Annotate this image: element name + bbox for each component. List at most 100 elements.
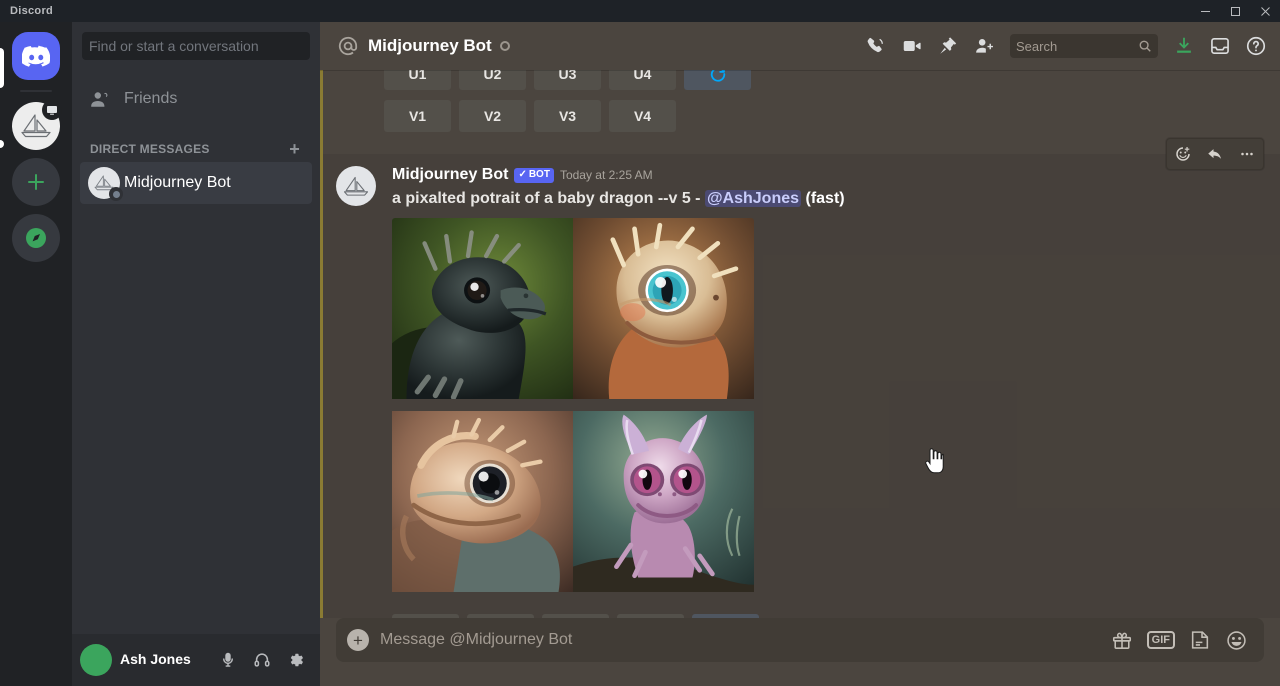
- message-image-grid[interactable]: [392, 218, 754, 604]
- page-title: Midjourney Bot: [368, 36, 492, 55]
- avatar[interactable]: [80, 644, 112, 676]
- status-badge: [109, 187, 123, 201]
- dm-list: Friends DIRECT MESSAGES + Midjourney Bot: [72, 70, 320, 634]
- message-separator: -: [695, 190, 701, 207]
- button-u4-prev[interactable]: U4: [609, 70, 676, 90]
- gift-icon[interactable]: [1111, 629, 1133, 651]
- add-person-icon[interactable]: [968, 30, 1000, 62]
- sidebar-item-friends[interactable]: Friends: [80, 78, 312, 120]
- plus-icon: [28, 174, 44, 190]
- button-v2-prev[interactable]: V2: [459, 100, 526, 132]
- message-speed: (fast): [805, 190, 845, 207]
- discord-window: Discord Find or start a conversation Fri…: [0, 0, 1280, 686]
- previous-variation-row: V1 V2 V3 V4: [320, 100, 1280, 132]
- gif-icon[interactable]: GIF: [1146, 631, 1175, 649]
- emoji-icon[interactable]: [1225, 629, 1248, 652]
- sidebar-item-home[interactable]: [12, 32, 60, 80]
- message-mention[interactable]: @AshJones: [704, 190, 802, 207]
- pin-icon[interactable]: [932, 30, 964, 62]
- sticker-icon[interactable]: [1189, 629, 1211, 651]
- avatar[interactable]: [336, 166, 376, 206]
- grid-image-bottom-left[interactable]: [392, 411, 573, 604]
- message-hover-toolbar: [1166, 138, 1264, 170]
- message-timestamp: Today at 2:25 AM: [559, 168, 653, 182]
- phone-icon[interactable]: [860, 30, 892, 62]
- app-title: Discord: [10, 5, 54, 17]
- add-reaction-icon[interactable]: [1167, 139, 1199, 169]
- maximize-icon[interactable]: [1220, 0, 1250, 22]
- message-list[interactable]: U1 U2 U3 U4 V1 V2 V3 V4 Midjourney Bot ✓…: [320, 70, 1280, 618]
- dm-search-area: Find or start a conversation: [72, 22, 320, 70]
- compass-icon: [26, 228, 46, 248]
- user-panel: Ash Jones: [72, 634, 320, 686]
- composer-box[interactable]: + Message @Midjourney Bot GIF: [336, 618, 1264, 662]
- find-conversation-placeholder: Find or start a conversation: [89, 38, 259, 54]
- message-author[interactable]: Midjourney Bot: [392, 164, 508, 186]
- message-input[interactable]: Message @Midjourney Bot: [380, 631, 1111, 649]
- button-u3-prev[interactable]: U3: [534, 70, 601, 90]
- direct-messages-label: DIRECT MESSAGES: [90, 142, 210, 156]
- close-icon[interactable]: [1250, 0, 1280, 22]
- bot-tag-check: ✓: [518, 169, 527, 180]
- dm-sidebar: Find or start a conversation Friends DIR…: [72, 22, 320, 686]
- sailboat-icon: [343, 176, 369, 196]
- direct-messages-header: DIRECT MESSAGES +: [80, 122, 312, 162]
- message: Midjourney Bot ✓ BOT Today at 2:25 AM a …: [320, 162, 1232, 618]
- rail-divider: [20, 90, 52, 92]
- friends-icon: [88, 87, 120, 111]
- user-name: Ash Jones: [120, 651, 191, 668]
- at-icon: [338, 36, 358, 56]
- sidebar-item-add-server[interactable]: [12, 158, 60, 206]
- grid-image-bottom-right[interactable]: [573, 411, 754, 604]
- channel-header: Midjourney Bot Search: [320, 22, 1280, 70]
- search-input[interactable]: Search: [1010, 34, 1158, 58]
- sidebar-item-midjourney-bot[interactable]: Midjourney Bot: [80, 162, 312, 204]
- button-v3-prev[interactable]: V3: [534, 100, 601, 132]
- message-content: Midjourney Bot ✓ BOT Today at 2:25 AM a …: [392, 164, 1232, 618]
- button-v1-prev[interactable]: V1: [384, 100, 451, 132]
- mute-icon[interactable]: [212, 644, 244, 676]
- new-dm-button[interactable]: +: [289, 140, 304, 158]
- button-u1-prev[interactable]: U1: [384, 70, 451, 90]
- search-placeholder: Search: [1016, 38, 1058, 54]
- chat-area: Midjourney Bot Search U1 U2 U3 U4 V1 V2 …: [320, 22, 1280, 686]
- server-screen-badge: [42, 100, 62, 120]
- message-composer: + Message @Midjourney Bot GIF: [320, 618, 1280, 686]
- attach-file-button[interactable]: +: [336, 618, 380, 662]
- find-conversation-input[interactable]: Find or start a conversation: [82, 32, 310, 60]
- discord-logo-icon: [22, 45, 50, 67]
- inbox-icon[interactable]: [1204, 30, 1236, 62]
- window-controls: [1190, 0, 1280, 22]
- active-server-pill: [0, 48, 4, 88]
- deafen-icon[interactable]: [246, 644, 278, 676]
- message-text: a pixalted potrait of a baby dragon --v …: [392, 188, 1232, 210]
- channel-header-actions: Search: [860, 30, 1272, 62]
- channel-title: Midjourney Bot: [336, 34, 510, 58]
- video-icon[interactable]: [896, 30, 928, 62]
- button-v4-prev[interactable]: V4: [609, 100, 676, 132]
- unread-server-pill: [0, 140, 4, 148]
- sidebar-item-explore[interactable]: [12, 214, 60, 262]
- avatar: [88, 167, 123, 201]
- offline-status-icon: [499, 41, 510, 51]
- settings-icon[interactable]: [280, 644, 312, 676]
- sidebar-item-label: Midjourney Bot: [124, 174, 231, 191]
- message-header: Midjourney Bot ✓ BOT Today at 2:25 AM: [392, 164, 1232, 186]
- bot-tag-label: BOT: [528, 169, 550, 180]
- grid-image-top-right[interactable]: [573, 218, 754, 411]
- help-icon[interactable]: [1240, 30, 1272, 62]
- status-badge: ✓ BOT: [514, 167, 554, 183]
- message-input-placeholder: Message @Midjourney Bot: [380, 631, 573, 648]
- refresh-icon: [710, 70, 725, 82]
- gif-label: GIF: [1146, 631, 1175, 649]
- minimize-icon[interactable]: [1190, 0, 1220, 22]
- button-reroll-prev[interactable]: [684, 70, 751, 90]
- button-u2-prev[interactable]: U2: [459, 70, 526, 90]
- more-horizontal-icon[interactable]: [1231, 139, 1263, 169]
- sidebar-item-midjourney-server[interactable]: [12, 100, 62, 150]
- download-icon[interactable]: [1168, 30, 1200, 62]
- reply-icon[interactable]: [1199, 139, 1231, 169]
- friends-label: Friends: [124, 90, 178, 107]
- grid-image-top-left[interactable]: [392, 218, 573, 411]
- previous-upscale-row: U1 U2 U3 U4: [320, 70, 1280, 90]
